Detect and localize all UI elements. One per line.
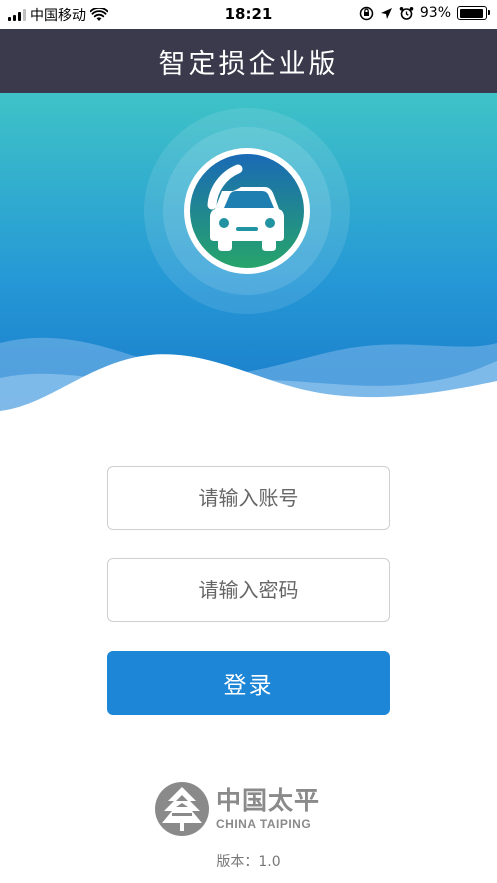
- password-field-container: [107, 558, 390, 622]
- logo-chinese-text: 中国太平: [216, 786, 321, 815]
- title-bar: 智定损企业版: [0, 29, 497, 93]
- version-label: 版本：1.0: [216, 854, 281, 870]
- orientation-lock-icon: [359, 6, 374, 20]
- location-icon: [380, 7, 392, 19]
- china-taiping-logo-icon: [155, 782, 209, 836]
- car-icon: [184, 148, 310, 274]
- hero-background: [0, 93, 497, 433]
- status-right: 93%: [359, 5, 490, 21]
- page-title: 智定损企业版: [158, 48, 339, 80]
- account-input[interactable]: [108, 467, 389, 529]
- password-input[interactable]: [108, 559, 389, 621]
- alarm-icon: [399, 6, 414, 20]
- account-field-container: [107, 466, 390, 530]
- logo-english-text: CHINA TAIPING: [216, 817, 312, 831]
- china-taiping-logo: 中国太平 CHINA TAIPING: [154, 781, 320, 837]
- battery-icon: [457, 6, 490, 20]
- hero-banner: [0, 93, 497, 433]
- battery-percent: 93%: [419, 5, 451, 21]
- status-bar: 中国移动 18:21 93%: [0, 0, 497, 29]
- login-button[interactable]: 登录: [107, 651, 390, 715]
